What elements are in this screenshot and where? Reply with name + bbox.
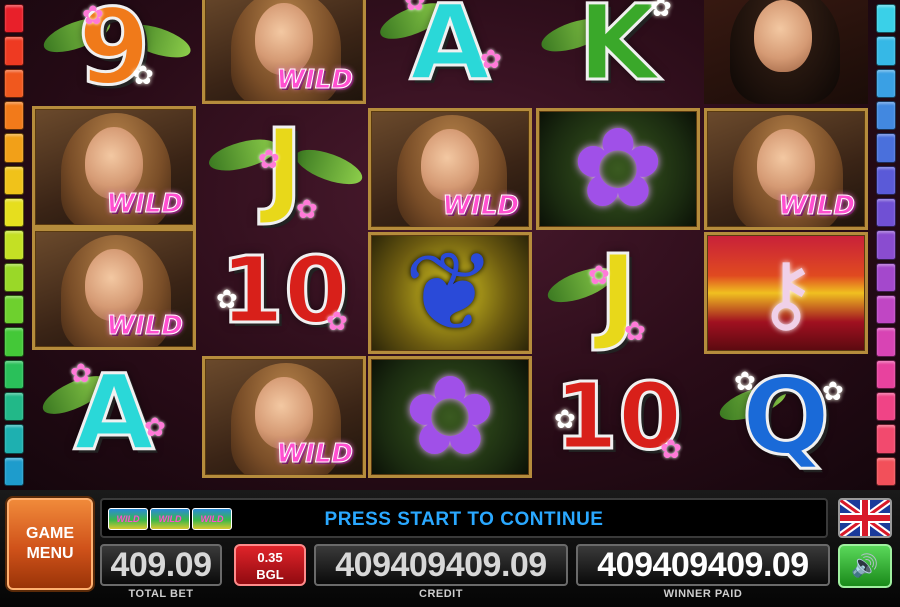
message-bar: WILD WILD WILD PRESS START TO CONTINUE [100,498,828,538]
reel-3: A ✿ ✿ WILD ❦ ✿ [368,0,532,490]
symbol-wild-portrait: WILD [368,108,532,230]
symbol-jack: J ✿ ✿ [202,106,366,228]
flower-icon: ✿ [144,412,166,442]
language-button[interactable] [838,498,892,538]
flower-icon: ✿ [404,0,426,16]
symbol-king: K ✿ [536,0,700,104]
key-icon: ⚷ [755,246,817,340]
daisy-icon: ✿ [650,0,672,22]
game-menu-label-line2: MENU [26,545,74,562]
symbol-wild-portrait: WILD [202,0,366,104]
symbol-portrait [704,0,868,104]
daisy-icon: ✿ [554,404,576,434]
flower-icon: ✿ [660,434,682,464]
butterfly-icon: ❦ [403,232,497,354]
bet-button[interactable]: 0.35 BGL [234,544,306,586]
daisy-icon: ✿ [822,376,844,406]
bet-value: 0.35 [257,550,283,565]
symbol-wild-portrait: WILD [32,106,196,228]
symbol-queen: Q ✿ ✿ [704,356,868,478]
flower-icon: ✿ [258,144,280,174]
sound-button[interactable]: 🔊 [838,544,892,588]
winner-paid-display: 409409409.09 [576,544,830,586]
game-menu-label-line1: GAME [26,525,74,542]
wild-label: WILD [276,439,354,470]
symbol-wild-portrait: WILD [32,228,196,350]
total-bet-display: 409.09 [100,544,222,586]
orchid-icon: ✿ [403,356,497,478]
game-menu-button[interactable]: GAME MENU [7,498,93,590]
credit-label: CREDIT [419,588,463,600]
speaker-icon: 🔊 [851,553,879,578]
reel-2: WILD J ✿ ✿ 10 ✿ ✿ WILD [202,0,366,490]
total-bet-label: TOTAL BET [128,588,194,600]
wild-label: WILD [778,191,856,222]
payline-indicator-right [872,0,900,490]
daisy-icon: ✿ [734,366,756,396]
symbol-wild-portrait: WILD [704,108,868,230]
symbol-letter: K [576,0,660,104]
daisy-icon: ✿ [216,284,238,314]
symbol-ten: 10 ✿ ✿ [536,356,700,478]
wild-label: WILD [106,311,184,342]
symbol-key: ⚷ [704,232,868,354]
flower-icon: ✿ [296,194,318,224]
reel-5: WILD ⚷ Q ✿ ✿ [704,0,868,490]
daisy-icon: ✿ [132,60,154,90]
flower-icon: ✿ [82,0,104,30]
flower-icon: ✿ [624,316,646,346]
orchid-icon: ✿ [571,108,665,230]
symbol-nine: 9 ✿ ✿ [32,0,196,108]
wild-label: WILD [276,65,354,96]
symbol-ten: 10 ✿ ✿ [202,230,366,352]
symbol-ace: A ✿ ✿ [368,0,532,104]
symbol-ace: A ✿ ✿ [32,352,196,474]
uk-flag-icon [840,500,890,536]
winner-paid-label: WINNER PAID [663,588,743,600]
wild-label: WILD [442,191,520,222]
flower-icon: ✿ [480,44,502,74]
reel-4: K ✿ ✿ J ✿ ✿ 10 ✿ ✿ [536,0,700,490]
flower-icon: ✿ [588,260,610,290]
reel-1: 9 ✿ ✿ WILD WILD A ✿ ✿ [32,0,196,490]
flower-icon: ✿ [70,358,92,388]
symbol-orchid: ✿ [536,108,700,230]
symbol-blue-butterfly: ❦ [368,232,532,354]
flower-icon: ✿ [326,306,348,336]
payline-indicator-left [0,0,28,490]
symbol-orchid: ✿ [368,356,532,478]
bet-currency: BGL [256,567,284,582]
symbol-wild-portrait: WILD [202,356,366,478]
control-panel: GAME MENU WILD WILD WILD PRESS START TO … [0,490,900,607]
symbol-jack: J ✿ ✿ [536,232,700,354]
credit-display: 409409409.09 [314,544,568,586]
reel-area: 9 ✿ ✿ WILD WILD A ✿ ✿ WILD J ✿ ✿ 10 ✿ ✿ … [0,0,900,490]
wild-label: WILD [106,189,184,220]
status-message: PRESS START TO CONTINUE [324,509,604,530]
